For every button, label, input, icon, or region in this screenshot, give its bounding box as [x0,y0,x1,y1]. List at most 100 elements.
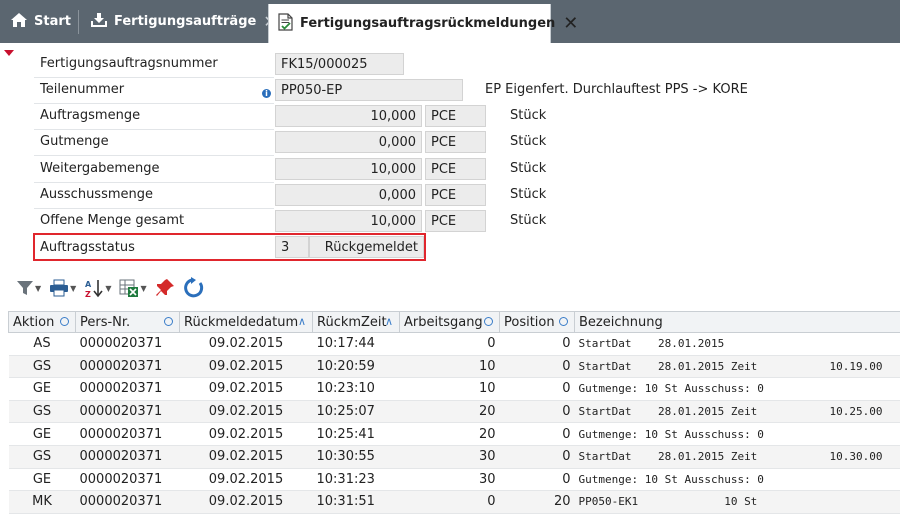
col-header-rueckmzeit[interactable]: RückmZeit ∧ [312,311,400,333]
bezeichnung-text: Gutmenge: 10 St Ausschuss: 0 [578,382,764,396]
cell-aktion: GS [8,400,76,424]
info-icon[interactable]: i [262,89,271,98]
print-button[interactable]: ▼ [49,277,82,299]
divider [34,77,274,78]
svg-text:Z: Z [85,290,91,298]
cell-arbeitsgang: 20 [399,400,500,424]
bezeichnung-text: Gutmenge: 10 St Ausschuss: 0 [578,427,764,441]
sort-indicator-icon[interactable] [60,317,69,326]
sort-button[interactable]: AZ ▼ [84,277,117,299]
col-header-rueckmeldedatum[interactable]: Rückmeldedatum ∧ [179,311,313,333]
cell-bezeichnung: Gutmenge: 10 St Ausschuss: 0 [574,468,900,492]
cell-position: 0 [499,445,575,469]
pass-qty-unit[interactable]: PCE [425,158,486,180]
bezeichnung-text: StartDat 28.01.2015 Zeit [578,450,758,464]
cell-rueckmzeit: 10:31:51 [312,490,400,514]
cell-aktion: GS [8,445,76,469]
cell-arbeitsgang: 10 [399,377,500,401]
table-row[interactable]: GE 0000020371 09.02.2015 10:25:41 20 0 Gutmeng… [8,422,900,446]
col-header-aktion[interactable]: Aktion [8,311,76,333]
scrap-qty-field[interactable]: 0,000 [275,184,422,206]
open-qty-field[interactable]: 10,000 [275,210,422,232]
cell-aktion: MK [8,490,76,514]
cell-rueckmzeit: 10:20:59 [312,355,400,379]
bezeichnung-text: StartDat 28.01.2015 Zeit [578,359,758,373]
pin-button[interactable] [155,277,175,299]
cell-rueckmzeit: 10:31:23 [312,468,400,492]
cell-position: 0 [499,422,575,446]
cell-rueckmzeit: 10:17:44 [312,332,400,356]
col-header-pers-nr[interactable]: Pers-Nr. [75,311,180,333]
cell-pers-nr: 0000020371 [75,468,180,492]
sort-indicator-icon[interactable] [559,317,568,326]
cell-rueckmeldedatum: 09.02.2015 [179,422,313,446]
scrap-qty-label: Ausschussmenge [40,187,154,202]
part-description: EP Eigenfert. Durchlauftest PPS -> KORE [485,82,748,97]
tab-bar: Start Fertigungsaufträge ✕ Fertigungsauf… [0,0,900,43]
cell-position: 0 [499,400,575,424]
bezeichnung-time: 10.19.00 [829,359,883,373]
open-qty-unit[interactable]: PCE [425,210,486,232]
sort-indicator-icon[interactable] [484,317,493,326]
divider [34,129,274,130]
cell-arbeitsgang: 10 [399,355,500,379]
table-header-row: Aktion Pers-Nr. Rückmeldedatum ∧ RückmZei… [8,311,900,333]
good-qty-unit[interactable]: PCE [425,131,486,153]
pass-qty-field[interactable]: 10,000 [275,158,422,180]
cell-bezeichnung: StartDat 28.01.2015 [574,332,900,356]
table-row[interactable]: GS 0000020371 09.02.2015 10:25:07 20 0 StartDa… [8,400,900,424]
export-button[interactable]: ▼ [119,277,152,299]
table-row[interactable]: GE 0000020371 09.02.2015 10:31:23 30 0 Gutmeng… [8,468,900,492]
sort-indicator-icon[interactable] [164,317,173,326]
cell-rueckmzeit: 10:23:10 [312,377,400,401]
order-no-field[interactable]: FK15/000025 [275,53,404,75]
tab-fertigungsauftraege[interactable]: Fertigungsaufträge ✕ [86,0,277,43]
divider [34,208,274,209]
order-qty-field[interactable]: 10,000 [275,105,422,127]
table-row[interactable]: MK 0000020371 09.02.2015 10:31:51 0 20 PP050-E… [8,490,900,514]
cell-bezeichnung: Gutmenge: 10 St Ausschuss: 0 [574,422,900,446]
cell-pers-nr: 0000020371 [75,400,180,424]
collapse-triangle-icon[interactable] [4,50,14,56]
chevron-down-icon: ▼ [70,283,77,293]
cell-bezeichnung: StartDat 28.01.2015 Zeit 10.30.00 [574,445,900,469]
cell-rueckmeldedatum: 09.02.2015 [179,400,313,424]
refresh-icon [183,277,205,299]
table-row[interactable]: GS 0000020371 09.02.2015 10:20:59 10 0 StartDa… [8,355,900,379]
col-header-position[interactable]: Position [499,311,575,333]
col-header-bezeichnung[interactable]: Bezeichnung [574,311,900,333]
bezeichnung-text: StartDat 28.01.2015 [578,337,725,351]
scrap-qty-unit[interactable]: PCE [425,184,486,206]
open-qty-unit-text: Stück [510,213,547,228]
cell-arbeitsgang: 30 [399,445,500,469]
order-qty-unit[interactable]: PCE [425,105,486,127]
svg-text:A: A [85,280,92,289]
cell-bezeichnung: PP050-EK1 10 St [574,490,900,514]
sort-ascending-icon[interactable]: ∧ [298,315,306,328]
pass-qty-label: Weitergabemenge [40,161,160,176]
col-header-arbeitsgang[interactable]: Arbeitsgang [399,311,500,333]
cell-aktion: GE [8,377,76,401]
refresh-button[interactable] [183,277,205,299]
cell-position: 0 [499,468,575,492]
tab-home[interactable]: Start [0,0,76,43]
table-row[interactable]: GS 0000020371 09.02.2015 10:30:55 30 0 StartDa… [8,445,900,469]
cell-pers-nr: 0000020371 [75,332,180,356]
good-qty-field[interactable]: 0,000 [275,131,422,153]
close-icon[interactable]: ✕ [563,13,578,34]
sort-ascending-icon[interactable]: ∧ [385,315,393,328]
cell-pers-nr: 0000020371 [75,377,180,401]
tab-divider [78,10,79,34]
order-qty-label: Auftragsmenge [40,108,141,123]
cell-bezeichnung: Gutmenge: 10 St Ausschuss: 0 [574,377,900,401]
table-row[interactable]: AS 0000020371 09.02.2015 10:17:44 0 0 StartDat… [8,332,900,356]
bezeichnung-time: 10.25.00 [829,405,883,419]
chevron-down-icon: ▼ [35,283,42,293]
list-download-icon [90,12,108,32]
table-row[interactable]: GE 0000020371 09.02.2015 10:23:10 10 0 Gutmeng… [8,377,900,401]
tab-fertigungsauftragsrueckmeldungen[interactable]: Fertigungsauftragsrückmeldungen ✕ [268,4,578,43]
part-no-field[interactable]: PP050-EP [275,79,463,101]
chevron-down-icon: ▼ [140,283,147,293]
cell-aktion: GS [8,355,76,379]
filter-button[interactable]: ▼ [16,277,47,299]
